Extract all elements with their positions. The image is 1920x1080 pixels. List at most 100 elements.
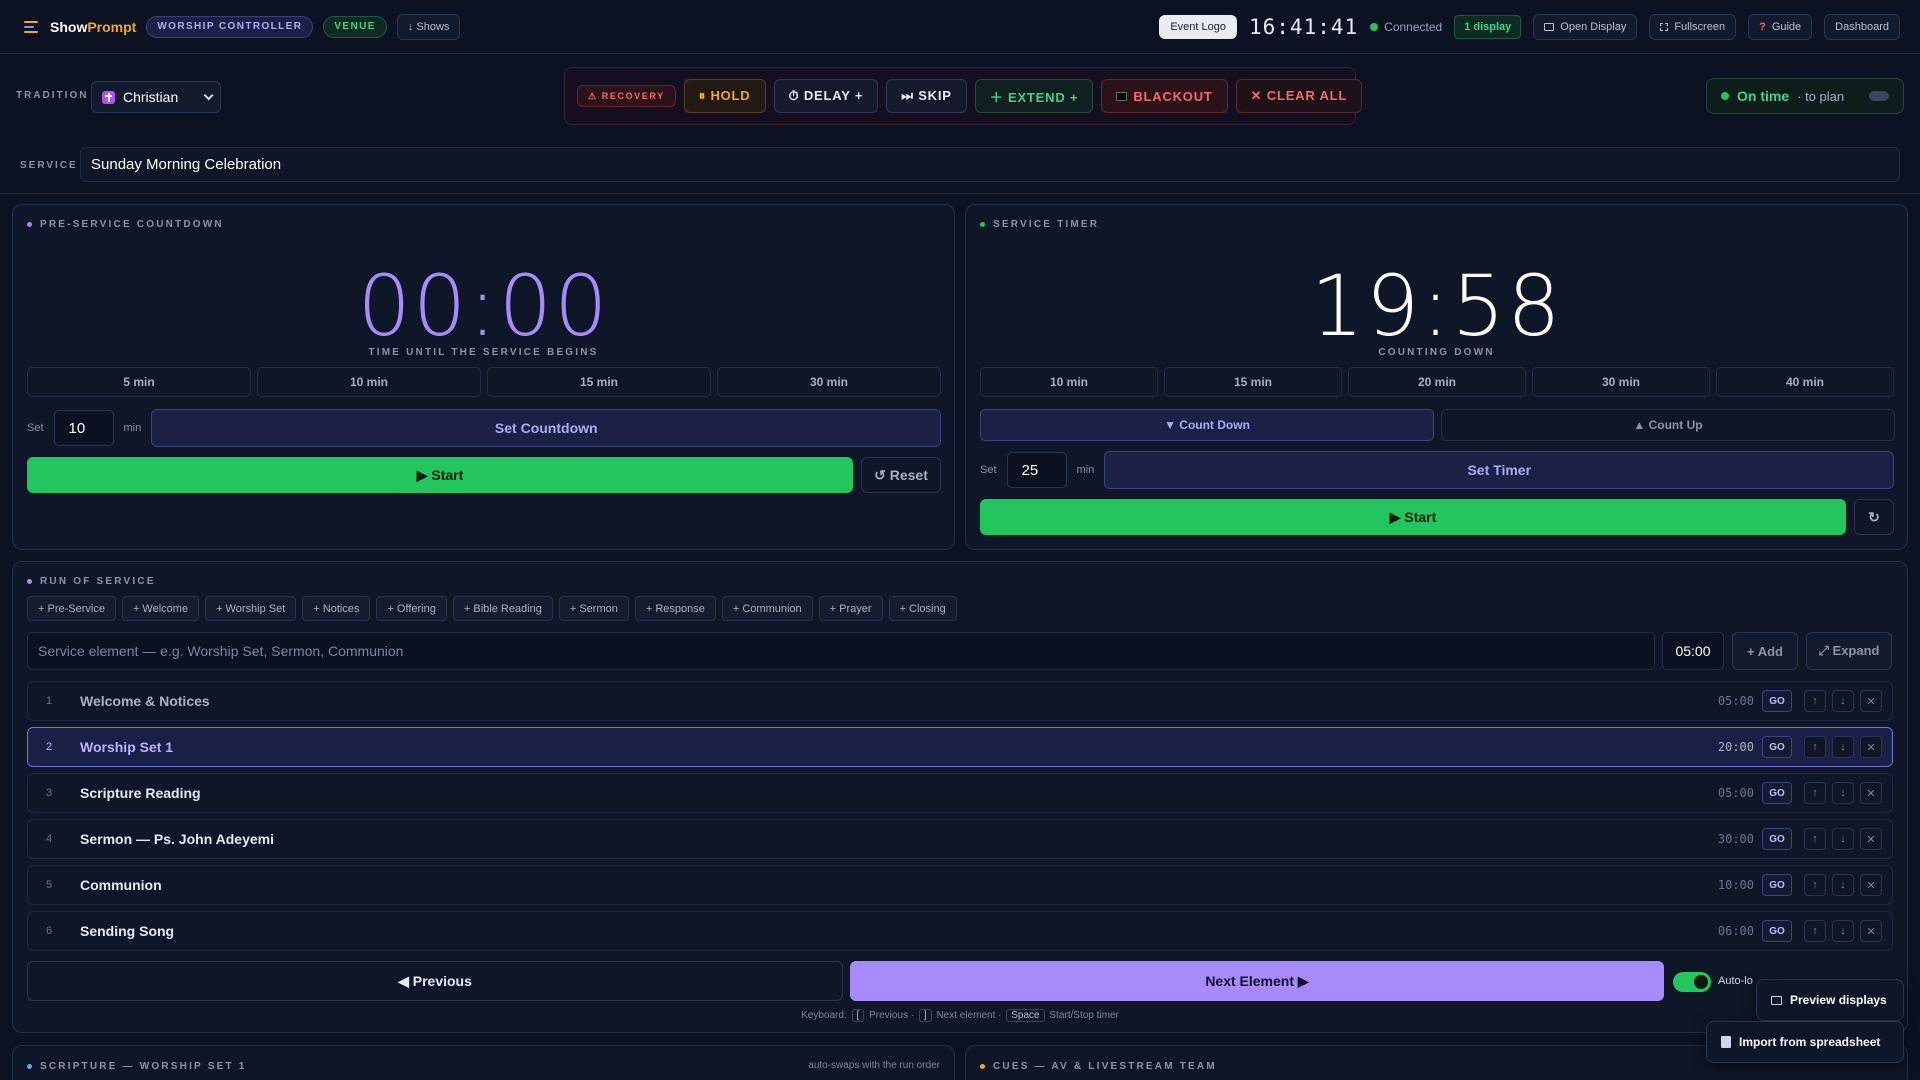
timer-preset-20[interactable]: 20 min <box>1348 367 1526 397</box>
list-item[interactable]: 6 Sending Song 06:00 GO ↑ ↓ ✕ <box>27 911 1893 951</box>
move-up-icon[interactable]: ↑ <box>1804 920 1826 942</box>
list-item[interactable]: 5 Communion 10:00 GO ↑ ↓ ✕ <box>27 865 1893 905</box>
service-name-input[interactable]: Sunday Morning Celebration <box>80 147 1900 182</box>
event-logo-button[interactable]: Event Logo <box>1159 14 1237 39</box>
set-countdown-button[interactable]: Set Countdown <box>151 409 942 447</box>
move-down-icon[interactable]: ↓ <box>1832 782 1854 804</box>
go-button[interactable]: GO <box>1762 782 1792 804</box>
dashboard-button[interactable]: Dashboard <box>1824 13 1900 40</box>
shows-button[interactable]: ↓ Shows <box>396 13 461 40</box>
timer-title-text: SERVICE TIMER <box>993 219 1100 230</box>
timer-preset-10[interactable]: 10 min <box>980 367 1158 397</box>
timer-set-row: Set 25 min Set Timer <box>980 451 1895 489</box>
go-button[interactable]: GO <box>1762 874 1792 896</box>
list-item[interactable]: 4 Sermon — Ps. John Adeyemi 30:00 GO ↑ ↓… <box>27 819 1893 859</box>
timer-start-button[interactable]: ▶ Start <box>980 499 1846 535</box>
guide-button[interactable]: ? Guide <box>1748 13 1813 40</box>
quick-add-prayer[interactable]: + Prayer <box>818 596 883 621</box>
go-button[interactable]: GO <box>1762 828 1792 850</box>
service-label: SERVICE <box>20 160 78 171</box>
delay-button[interactable]: ⏱ DELAY + <box>773 79 879 113</box>
move-down-icon[interactable]: ↓ <box>1832 690 1854 712</box>
next-element-button[interactable]: Next Element ▶ <box>850 961 1664 1001</box>
timer-title: SERVICE TIMER <box>980 219 1099 230</box>
move-down-icon[interactable]: ↓ <box>1832 828 1854 850</box>
delete-icon[interactable]: ✕ <box>1860 828 1882 850</box>
move-down-icon[interactable]: ↓ <box>1832 920 1854 942</box>
countdown-minutes-input[interactable]: 10 <box>53 410 114 446</box>
go-button[interactable]: GO <box>1762 690 1792 712</box>
delete-icon[interactable]: ✕ <box>1860 920 1882 942</box>
tradition-select[interactable]: Christian <box>91 81 221 113</box>
countdown-set-label: Set <box>27 422 44 434</box>
timer-preset-15[interactable]: 15 min <box>1164 367 1342 397</box>
run-order-list: 1 Welcome & Notices 05:00 GO ↑ ↓ ✕ 2 Wor… <box>27 681 1893 957</box>
countdown-display: 00:00 <box>357 257 610 355</box>
quick-add-sermon[interactable]: + Sermon <box>558 596 629 621</box>
open-display-button[interactable]: Open Display <box>1533 13 1638 40</box>
recovery-button[interactable]: ⚠ RECOVERY <box>577 85 676 107</box>
move-up-icon[interactable]: ↑ <box>1804 828 1826 850</box>
delete-icon[interactable]: ✕ <box>1860 874 1882 896</box>
auto-advance-toggle[interactable] <box>1673 972 1711 992</box>
move-down-icon[interactable]: ↓ <box>1832 874 1854 896</box>
countdown-preset-5[interactable]: 5 min <box>27 367 251 397</box>
count-down-toggle[interactable]: ▼ Count Down <box>980 409 1434 441</box>
item-duration: 10:00 <box>1717 878 1754 892</box>
delete-icon[interactable]: ✕ <box>1860 736 1882 758</box>
move-up-icon[interactable]: ↑ <box>1804 736 1826 758</box>
blackout-button[interactable]: BLACKOUT <box>1101 79 1228 113</box>
count-up-toggle[interactable]: ▲ Count Up <box>1441 409 1895 441</box>
move-down-icon[interactable]: ↓ <box>1832 736 1854 758</box>
quick-add-closing[interactable]: + Closing <box>888 596 957 621</box>
quick-add-offering[interactable]: + Offering <box>376 596 447 621</box>
timer-preset-30[interactable]: 30 min <box>1532 367 1710 397</box>
preview-displays-button[interactable]: Preview displays <box>1756 979 1904 1021</box>
element-name-input[interactable]: Service element — e.g. Worship Set, Serm… <box>27 632 1655 670</box>
timer-minutes-input[interactable]: 25 <box>1006 452 1067 488</box>
set-timer-button[interactable]: Set Timer <box>1104 451 1895 489</box>
quick-add-worship-set[interactable]: + Worship Set <box>205 596 297 621</box>
hold-button[interactable]: ⏸ HOLD <box>683 79 766 113</box>
status-dot-icon <box>1370 22 1379 31</box>
delete-icon[interactable]: ✕ <box>1860 782 1882 804</box>
quick-add-bible-reading[interactable]: + Bible Reading <box>452 596 553 621</box>
clear-all-button[interactable]: ✕ CLEAR ALL <box>1235 79 1363 113</box>
list-item-active[interactable]: 2 Worship Set 1 20:00 GO ↑ ↓ ✕ <box>27 727 1893 767</box>
go-button[interactable]: GO <box>1762 736 1792 758</box>
item-title: Communion <box>80 877 162 893</box>
skip-button[interactable]: ⏭ SKIP <box>886 79 967 113</box>
quick-add-pre-service[interactable]: + Pre-Service <box>27 596 116 621</box>
venue-badge[interactable]: VENUE <box>323 15 387 38</box>
countdown-start-button[interactable]: ▶ Start <box>27 457 853 493</box>
element-duration-input[interactable]: 05:00 <box>1662 632 1724 670</box>
timer-reset-button[interactable]: ↻ <box>1854 499 1894 535</box>
quick-add-welcome[interactable]: + Welcome <box>121 596 200 621</box>
move-up-icon[interactable]: ↑ <box>1804 874 1826 896</box>
move-up-icon[interactable]: ↑ <box>1804 690 1826 712</box>
countdown-reset-button[interactable]: ↺ Reset <box>861 457 941 493</box>
list-item[interactable]: 3 Scripture Reading 05:00 GO ↑ ↓ ✕ <box>27 773 1893 813</box>
previous-element-button[interactable]: ◀ Previous <box>27 961 843 1001</box>
delete-icon[interactable]: ✕ <box>1860 690 1882 712</box>
move-up-icon[interactable]: ↑ <box>1804 782 1826 804</box>
timer-preset-40[interactable]: 40 min <box>1716 367 1894 397</box>
status-toggle[interactable] <box>1869 91 1889 101</box>
import-spreadsheet-button[interactable]: Import from spreadsheet <box>1706 1021 1904 1063</box>
quick-add-response[interactable]: + Response <box>634 596 716 621</box>
expand-button[interactable]: ⤢ Expand <box>1806 632 1892 670</box>
countdown-preset-10[interactable]: 10 min <box>257 367 481 397</box>
item-number: 4 <box>46 833 53 845</box>
quick-add-communion[interactable]: + Communion <box>721 596 813 621</box>
item-title: Scripture Reading <box>80 785 201 801</box>
countdown-preset-30[interactable]: 30 min <box>717 367 941 397</box>
countdown-preset-15[interactable]: 15 min <box>487 367 711 397</box>
add-element-button[interactable]: + Add <box>1732 632 1798 670</box>
list-item[interactable]: 1 Welcome & Notices 05:00 GO ↑ ↓ ✕ <box>27 681 1893 721</box>
bullet-icon <box>27 579 32 584</box>
fullscreen-button[interactable]: Fullscreen <box>1649 13 1737 40</box>
countdown-unit: min <box>123 422 142 434</box>
extend-button[interactable]: ＋ EXTEND + <box>974 79 1094 113</box>
go-button[interactable]: GO <box>1762 920 1792 942</box>
quick-add-notices[interactable]: + Notices <box>302 596 371 621</box>
